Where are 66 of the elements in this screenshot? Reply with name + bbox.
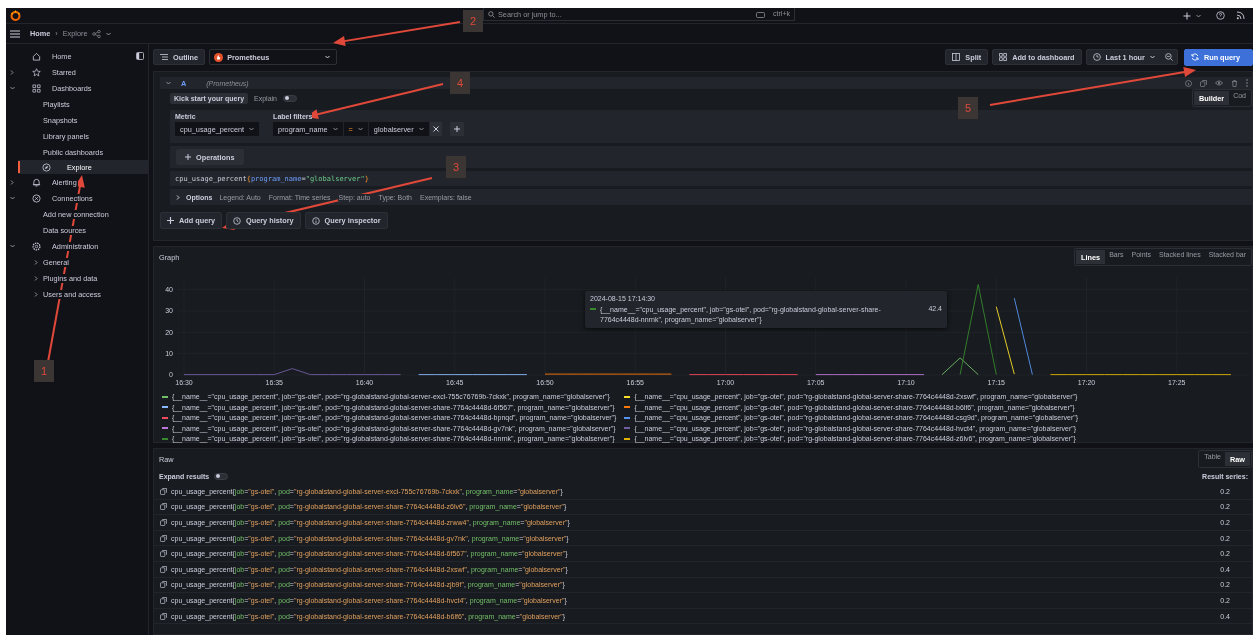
chevron-right-icon[interactable] bbox=[10, 69, 14, 75]
star-icon bbox=[32, 67, 41, 77]
trash-icon[interactable] bbox=[1231, 79, 1238, 87]
chevron-down-icon[interactable] bbox=[9, 244, 15, 248]
clock-icon bbox=[1092, 53, 1101, 61]
chevron-down-icon bbox=[325, 55, 331, 59]
chevron-down-icon bbox=[418, 127, 424, 131]
copy-icon[interactable] bbox=[160, 565, 167, 573]
annotation-number: 3 bbox=[446, 156, 466, 178]
explain-toggle[interactable] bbox=[283, 94, 297, 102]
search-icon bbox=[488, 11, 495, 18]
bell-icon bbox=[32, 177, 41, 187]
close-icon bbox=[432, 126, 439, 132]
eye-icon[interactable] bbox=[1215, 80, 1223, 86]
chevron-down-icon bbox=[1149, 55, 1155, 59]
columns-icon bbox=[952, 53, 961, 61]
copy-icon[interactable] bbox=[160, 503, 167, 511]
chevron-right-icon[interactable] bbox=[34, 259, 38, 265]
share-icon[interactable] bbox=[92, 29, 102, 38]
chevron-down-icon bbox=[357, 127, 363, 131]
rss-icon[interactable] bbox=[1236, 11, 1245, 20]
chevron-right-icon[interactable] bbox=[176, 194, 180, 200]
copy-icon[interactable] bbox=[160, 487, 167, 495]
expand-results-toggle[interactable] bbox=[214, 472, 229, 480]
plus-icon bbox=[185, 154, 191, 160]
chevron-down-icon bbox=[332, 127, 338, 131]
chevron-right-icon[interactable] bbox=[34, 275, 38, 281]
keyboard-icon bbox=[756, 11, 765, 18]
history-icon bbox=[233, 216, 242, 225]
plus-icon bbox=[167, 217, 174, 224]
annotation-number: 4 bbox=[450, 72, 470, 94]
menu-icon[interactable] bbox=[10, 29, 20, 38]
chevron-right-icon[interactable] bbox=[10, 179, 14, 185]
chevron-down-icon[interactable] bbox=[106, 31, 112, 36]
annotation-number: 1 bbox=[34, 360, 54, 382]
plus-icon[interactable] bbox=[1183, 11, 1191, 20]
chevron-down-icon[interactable] bbox=[1196, 13, 1201, 18]
copy-icon[interactable] bbox=[160, 534, 167, 542]
remove-filter-button[interactable] bbox=[429, 122, 442, 136]
refresh-icon bbox=[1190, 53, 1199, 61]
copy-icon[interactable] bbox=[160, 612, 167, 620]
copy-icon[interactable] bbox=[160, 519, 167, 526]
chevron-down-icon[interactable] bbox=[166, 81, 171, 85]
flame-logo-icon bbox=[214, 52, 224, 62]
chevron-down-icon[interactable] bbox=[9, 196, 15, 200]
chevron-right-icon[interactable] bbox=[34, 291, 38, 297]
annotation-number: 2 bbox=[463, 10, 483, 32]
home-icon bbox=[32, 51, 41, 61]
chevron-down-icon[interactable] bbox=[9, 86, 15, 90]
add-filter-button[interactable] bbox=[449, 122, 464, 136]
chevron-down-icon bbox=[249, 127, 255, 131]
copy-icon[interactable] bbox=[1200, 79, 1207, 87]
logo-icon[interactable] bbox=[9, 9, 22, 22]
info-icon bbox=[311, 216, 320, 225]
copy-icon[interactable] bbox=[160, 596, 167, 604]
gear-icon bbox=[32, 241, 41, 251]
compass-icon bbox=[42, 162, 51, 172]
plus-icon bbox=[453, 126, 460, 132]
list-icon bbox=[160, 54, 168, 60]
grid-icon bbox=[32, 83, 41, 93]
annotation-number: 5 bbox=[958, 97, 978, 119]
zoom-out-icon bbox=[1164, 53, 1173, 61]
copy-icon[interactable] bbox=[160, 550, 167, 558]
dock-icon[interactable] bbox=[136, 52, 144, 60]
grid-icon bbox=[999, 53, 1008, 61]
copy-icon[interactable] bbox=[160, 581, 167, 589]
